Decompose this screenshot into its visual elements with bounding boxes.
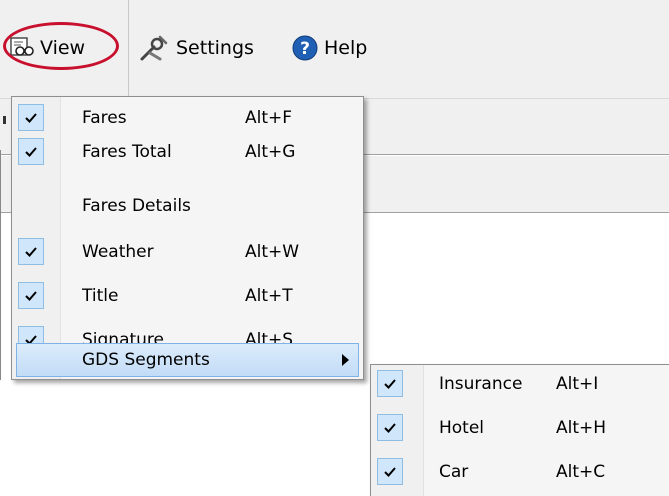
- submenu-item-label: Car: [439, 462, 469, 482]
- window-edge: [0, 150, 5, 380]
- menu-item-label: Fares Details: [82, 196, 191, 216]
- menu-item-shortcut: Alt+W: [245, 242, 300, 262]
- gds-segments-submenu: Insurance Alt+I Hotel Alt+H Car Alt+C: [370, 364, 669, 496]
- settings-menu-button[interactable]: Settings: [138, 30, 254, 66]
- submenu-item-label: Hotel: [439, 418, 485, 438]
- submenu-item-insurance[interactable]: Insurance Alt+I: [371, 367, 668, 401]
- submenu-item-shortcut: Alt+H: [556, 418, 607, 438]
- menu-item-fares[interactable]: Fares Alt+F: [12, 101, 363, 135]
- check-icon: [377, 458, 403, 485]
- menu-item-title[interactable]: Title Alt+T: [12, 279, 363, 313]
- submenu-item-shortcut: Alt+I: [556, 374, 599, 394]
- submenu-arrow-icon: [342, 354, 349, 366]
- menu-item-fares-total[interactable]: Fares Total Alt+G: [12, 135, 363, 169]
- menu-item-label: Weather: [82, 242, 154, 262]
- menu-item-weather[interactable]: Weather Alt+W: [12, 235, 363, 269]
- view-dropdown-menu: Fares Alt+F Fares Total Alt+G Fares Deta…: [11, 96, 364, 380]
- check-icon: [377, 414, 403, 441]
- check-icon: [18, 138, 44, 165]
- svg-text:?: ?: [300, 39, 310, 59]
- menu-item-shortcut: Alt+T: [245, 286, 293, 306]
- help-menu-button[interactable]: ? Help: [292, 30, 367, 66]
- check-icon: [377, 370, 403, 397]
- check-icon: [18, 238, 44, 265]
- question-circle-icon: ?: [292, 35, 318, 61]
- menu-item-gds-segments[interactable]: GDS Segments: [12, 341, 363, 379]
- menu-item-shortcut: Alt+G: [245, 142, 296, 162]
- check-icon: [18, 282, 44, 309]
- window-edge-marker: [3, 116, 6, 124]
- check-icon: [18, 104, 44, 131]
- help-menu-label: Help: [324, 37, 368, 59]
- wrench-icon: [138, 33, 170, 63]
- submenu-item-shortcut: Alt+C: [556, 462, 606, 482]
- submenu-item-car[interactable]: Car Alt+C: [371, 455, 668, 489]
- menu-item-label: Title: [82, 286, 119, 306]
- settings-menu-label: Settings: [176, 37, 254, 59]
- annotation-highlight-circle: [3, 22, 119, 70]
- menu-item-shortcut: Alt+F: [245, 108, 293, 128]
- submenu-item-label: Insurance: [439, 374, 523, 394]
- toolbar-separator: [128, 0, 129, 98]
- menu-item-label: GDS Segments: [82, 350, 210, 370]
- menu-item-fares-details[interactable]: Fares Details: [12, 189, 363, 223]
- menu-item-label: Fares: [82, 108, 127, 128]
- submenu-item-hotel[interactable]: Hotel Alt+H: [371, 411, 668, 445]
- menu-item-label: Fares Total: [82, 142, 172, 162]
